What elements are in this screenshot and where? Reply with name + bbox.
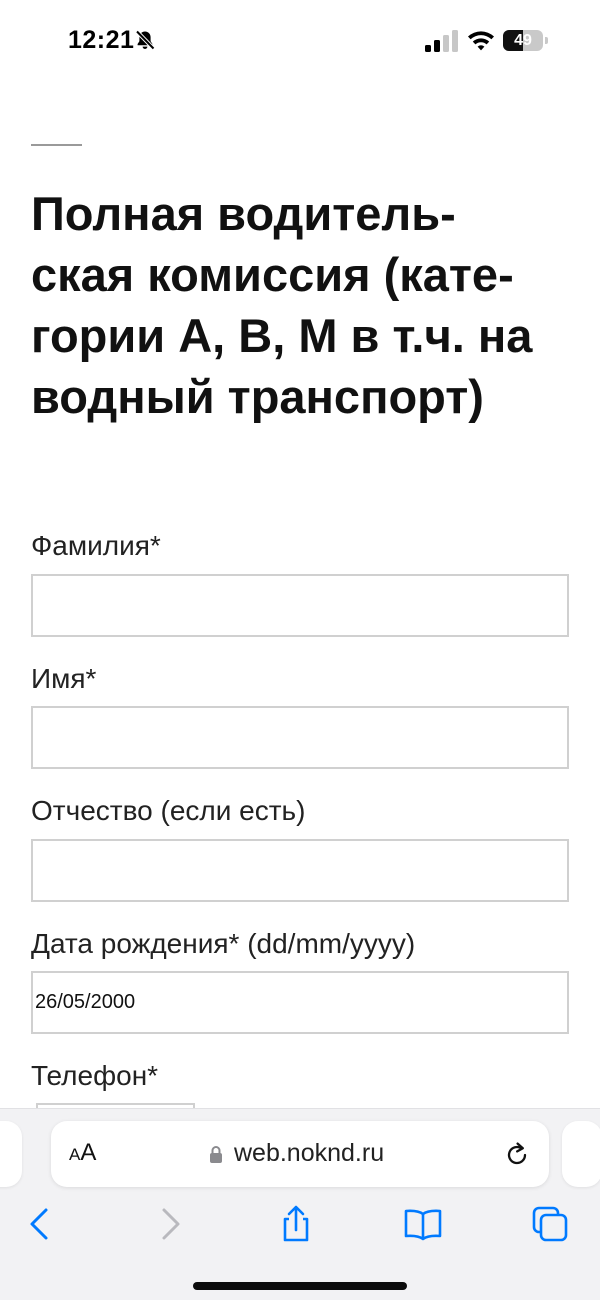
address-bar[interactable]: AA web.noknd.ru [51,1121,549,1187]
patronymic-label: Отчество (если есть) [31,795,306,826]
lock-icon [210,1146,222,1163]
page-title-line: гории А, В, М в т.ч. на [31,309,533,362]
previous-tab-preview[interactable] [0,1121,22,1187]
bell-slash-icon [135,30,155,50]
tabs-icon[interactable] [530,1204,570,1244]
status-bar: 12:21 49 [0,0,600,80]
title-accent-line [31,144,82,146]
page-title-line: водный транспорт) [31,370,484,423]
text-size-big-label: A [80,1139,97,1166]
cellular-signal-icon [425,30,458,52]
share-icon[interactable] [276,1204,316,1244]
text-size-small-label: A [69,1145,81,1164]
battery-level: 49 [514,32,532,49]
url-text[interactable]: web.noknd.ru [234,1139,384,1168]
home-indicator [193,1282,407,1290]
wifi-icon [468,31,494,51]
bookmarks-icon[interactable] [403,1204,443,1244]
text-size-button[interactable]: AA [69,1139,96,1169]
screen: 12:21 49 Полная водитель- ская комиссия … [0,0,600,1300]
next-tab-preview[interactable] [562,1121,600,1187]
page-title: Полная водитель- ская комиссия (кате- го… [31,183,576,427]
page-title-line: Полная водитель- [31,187,456,240]
last-name-label: Фамилия* [31,530,161,561]
forward-icon[interactable] [150,1204,190,1244]
browser-toolbar: AA web.noknd.ru [0,1108,600,1300]
last-name-input[interactable] [31,574,569,637]
first-name-label: Имя* [31,663,97,694]
patronymic-input[interactable] [31,839,569,902]
status-time: 12:21 [68,26,135,54]
birth-date-label: Дата рождения* (dd/mm/yyyy) [31,928,416,959]
page-title-line: ская комиссия (кате- [31,248,514,301]
birth-date-input[interactable] [31,971,569,1034]
phone-label: Телефон* [31,1060,159,1091]
back-icon[interactable] [20,1204,60,1244]
battery-icon: 49 [503,30,549,51]
first-name-input[interactable] [31,706,569,769]
reload-icon[interactable] [503,1140,531,1168]
